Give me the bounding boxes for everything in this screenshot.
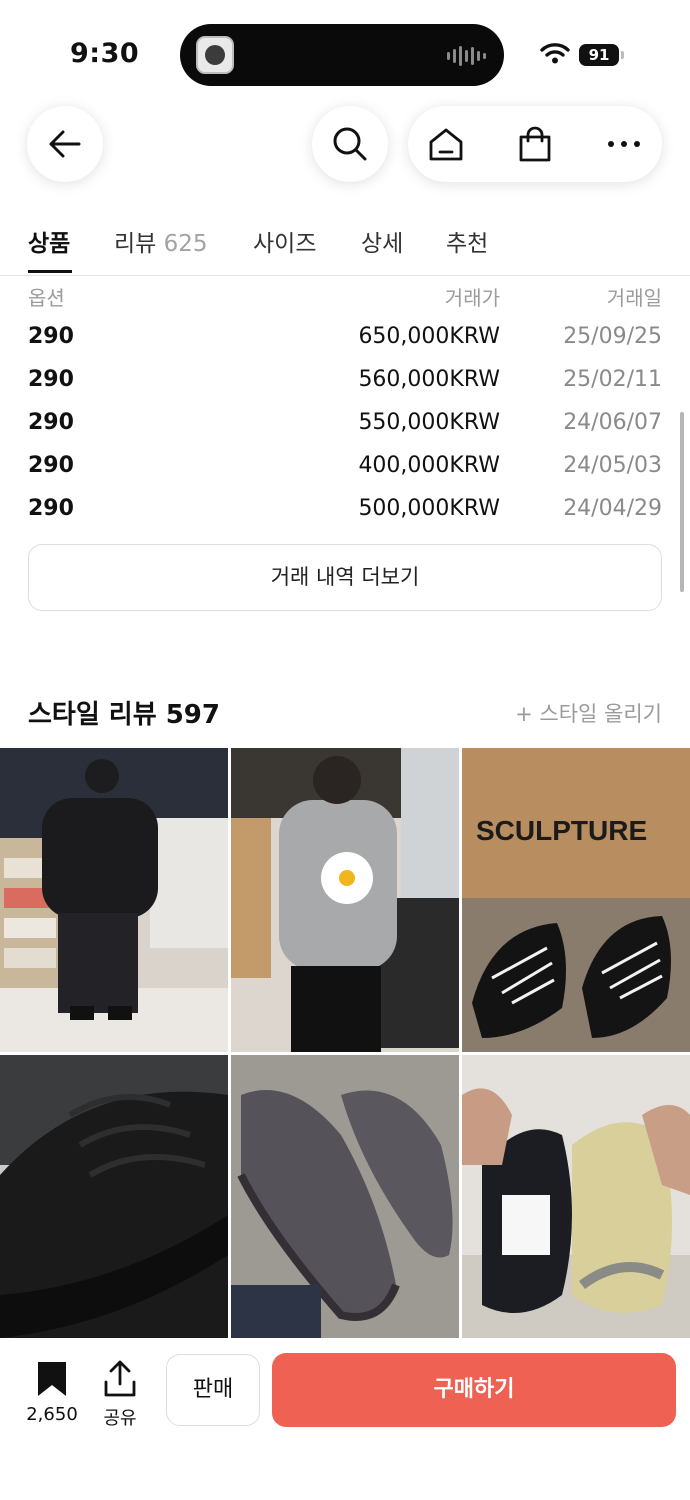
upload-style-link[interactable]: + 스타일 올리기 <box>515 698 662 728</box>
bookmark-button[interactable]: 2,650 <box>22 1360 82 1425</box>
col-header-price: 거래가 <box>444 286 500 310</box>
review-count: 625 <box>163 231 208 257</box>
shopping-bag-icon <box>519 126 551 162</box>
nav-action-group <box>408 106 662 182</box>
trade-price: 400,000KRW <box>358 453 500 478</box>
sell-button[interactable]: 판매 <box>166 1354 260 1426</box>
style-photo[interactable] <box>231 1055 459 1338</box>
dynamic-island <box>180 24 504 86</box>
style-photo-image <box>0 1055 228 1338</box>
tab-label: 상품 <box>28 231 71 257</box>
battery-tip <box>621 51 624 59</box>
tab-recommend[interactable]: 추천 <box>446 224 488 258</box>
col-header-date: 거래일 <box>606 286 662 310</box>
audio-wave-icon <box>447 46 486 66</box>
share-button[interactable]: 공유 <box>96 1360 144 1430</box>
more-options-button[interactable] <box>586 106 662 182</box>
tab-label: 사이즈 <box>253 231 317 257</box>
share-label: 공유 <box>103 1408 137 1429</box>
style-photo-image <box>231 1055 459 1338</box>
bookmark-icon <box>38 1362 66 1396</box>
product-tabs: 상품 리뷰 625 사이즈 상세 추천 <box>0 218 690 276</box>
style-photo-image <box>231 748 459 1052</box>
trade-price: 650,000KRW <box>358 324 500 349</box>
home-button[interactable] <box>408 106 484 182</box>
trade-option: 290 <box>28 410 74 435</box>
trade-option: 290 <box>28 453 74 478</box>
search-button[interactable] <box>312 106 388 182</box>
trade-price: 500,000KRW <box>358 496 500 521</box>
style-photo-image: SCULPTURE <box>462 748 690 1052</box>
style-photo-image <box>0 748 228 1052</box>
trade-price: 560,000KRW <box>358 367 500 392</box>
style-photo[interactable] <box>231 748 459 1052</box>
home-icon <box>429 128 463 161</box>
trade-row: 290 500,000KRW 24/04/29 <box>0 492 690 532</box>
photo-bag-text: SCULPTURE <box>476 815 647 846</box>
tab-product[interactable]: 상품 <box>28 224 70 258</box>
style-photo[interactable] <box>0 1055 228 1338</box>
tab-detail[interactable]: 상세 <box>361 224 403 258</box>
trade-date: 25/09/25 <box>563 324 662 349</box>
style-photo[interactable] <box>462 1055 690 1338</box>
trade-option: 290 <box>28 367 74 392</box>
now-playing-app-icon <box>196 36 234 74</box>
trade-date: 25/02/11 <box>563 367 662 392</box>
tab-label: 상세 <box>361 231 404 257</box>
tab-label: 리뷰 <box>114 231 157 257</box>
wifi-icon <box>540 43 570 64</box>
share-icon <box>104 1360 136 1397</box>
trade-option: 290 <box>28 324 74 349</box>
style-review-title: 스타일 리뷰 597 <box>28 700 220 730</box>
buy-button[interactable]: 구매하기 <box>272 1353 676 1427</box>
trade-option: 290 <box>28 496 74 521</box>
bookmark-count: 2,650 <box>26 1404 78 1425</box>
trade-date: 24/04/29 <box>563 496 662 521</box>
style-photo[interactable] <box>0 748 228 1052</box>
active-tab-indicator <box>28 270 72 273</box>
back-arrow-icon <box>49 130 81 158</box>
style-review-grid: SCULPTURE <box>0 748 690 1338</box>
trade-row: 290 550,000KRW 24/06/07 <box>0 406 690 446</box>
tab-size[interactable]: 사이즈 <box>253 224 316 258</box>
back-button[interactable] <box>27 106 103 182</box>
style-photo-image <box>462 1055 690 1338</box>
battery-indicator: 91 <box>579 44 619 66</box>
trade-row: 290 400,000KRW 24/05/03 <box>0 449 690 489</box>
search-icon <box>333 127 367 161</box>
trade-row: 290 650,000KRW 25/09/25 <box>0 320 690 360</box>
trade-price: 550,000KRW <box>358 410 500 435</box>
more-trade-history-button[interactable]: 거래 내역 더보기 <box>28 544 662 611</box>
status-time: 9:30 <box>70 38 140 69</box>
more-dots-icon <box>608 141 640 147</box>
tab-review[interactable]: 리뷰 625 <box>114 224 208 258</box>
col-header-option: 옵션 <box>28 286 65 310</box>
trade-row: 290 560,000KRW 25/02/11 <box>0 363 690 403</box>
scrollbar[interactable] <box>680 412 684 592</box>
style-photo[interactable]: SCULPTURE <box>462 748 690 1052</box>
status-bar: 9:30 91 <box>0 0 690 100</box>
bottom-action-bar: 2,650 공유 판매 구매하기 <box>0 1338 690 1500</box>
trade-date: 24/06/07 <box>563 410 662 435</box>
trade-date: 24/05/03 <box>563 453 662 478</box>
shopping-bag-button[interactable] <box>497 106 573 182</box>
tab-label: 추천 <box>446 231 489 257</box>
